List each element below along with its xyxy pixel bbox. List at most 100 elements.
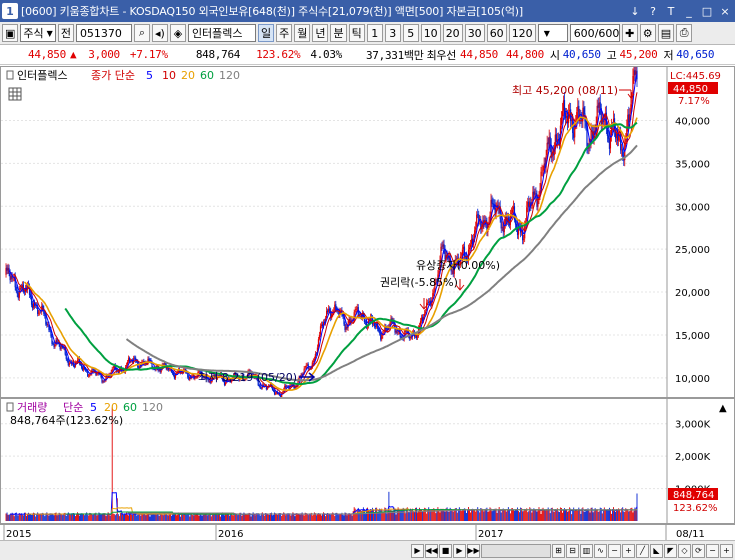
draw-line-icon[interactable]: ╱ <box>636 543 649 558</box>
volume-legend-toggle-icon[interactable] <box>6 402 14 412</box>
period-day[interactable]: 일 <box>257 24 275 42</box>
scroll-left-icon[interactable]: ◀◀ <box>425 543 438 558</box>
erase-icon[interactable]: ◇ <box>678 543 691 558</box>
prefix-button[interactable]: 전 <box>57 24 74 42</box>
scroll-start-icon[interactable]: ▶ <box>411 543 424 558</box>
print-icon[interactable]: ⎙ <box>676 24 693 42</box>
bar-count-input[interactable]: 600/600 <box>569 24 620 42</box>
interval-5[interactable]: 5 <box>402 24 419 42</box>
best-ask-label: 최우선 <box>426 48 457 62</box>
period-minute[interactable]: 분 <box>330 24 347 42</box>
price-tick-label: 10,000 <box>675 374 710 385</box>
chart-statusbar: ▶ ◀◀ ■ ▶ ▶▶ ⊞ ⊟ ▥ ∿ − + ╱ ◣ ◤ ◇ ⟳ − + <box>0 540 735 560</box>
crosshair-icon[interactable]: ✚ <box>621 24 638 42</box>
interval-10[interactable]: 10 <box>420 24 441 42</box>
volume-axis-up-icon[interactable]: ▲ <box>719 403 727 414</box>
chart-toolbar: ▣ 주식 ▼ 전 051370 ⌕ ◂) ◈ 인터플렉스 일 주 월 년 분 틱 … <box>0 22 735 45</box>
price-tick-label: 15,000 <box>675 331 710 342</box>
scroll-end-icon[interactable]: ▶▶ <box>467 543 480 558</box>
zoom-icon[interactable]: ⊞ <box>552 543 565 558</box>
indicator-icon[interactable]: ∿ <box>594 543 607 558</box>
legend-stock-name[interactable]: 인터플렉스 <box>17 69 68 82</box>
ma-120-line <box>125 144 638 382</box>
market-type-select[interactable]: 주식 ▼ <box>20 24 56 42</box>
legend-ma5[interactable]: 5 <box>146 69 153 82</box>
price-change-pct: +7.17% <box>129 48 168 61</box>
chart-scrollbar[interactable] <box>481 543 551 558</box>
volume-legend-ma20[interactable]: 20 <box>104 401 118 414</box>
interval-20[interactable]: 20 <box>442 24 463 42</box>
search-icon[interactable]: ⌕ <box>133 24 150 42</box>
interval-30[interactable]: 30 <box>464 24 485 42</box>
price-chart-pane[interactable]: 10,000 15,000 20,000 25,000 30,000 35,000 40,0… <box>0 61 735 399</box>
draw-tool-icon[interactable]: ◣ <box>650 543 663 558</box>
pin-icon[interactable]: ↓ <box>627 3 643 19</box>
ma-5-line <box>8 73 638 395</box>
interval-120[interactable]: 120 <box>508 24 536 42</box>
settings-icon[interactable]: ⚙ <box>639 24 656 42</box>
close-icon[interactable]: × <box>717 3 733 19</box>
price-chart-svg[interactable]: 10,000 15,000 20,000 25,000 30,000 35,000 40,0… <box>1 61 734 399</box>
legend-ma-type[interactable]: 종가 단순 <box>91 69 135 82</box>
legend-ma60[interactable]: 60 <box>200 69 214 82</box>
compress-icon[interactable]: ⊟ <box>566 543 579 558</box>
volume-legend-ma[interactable]: 단순 <box>63 401 83 414</box>
chart-type-icon[interactable]: ▥ <box>580 543 593 558</box>
legend-ma20[interactable]: 20 <box>181 69 195 82</box>
volume-legend-name[interactable]: 거래량 <box>17 401 47 414</box>
topmost-icon[interactable]: T <box>663 3 679 19</box>
legend-toggle-icon[interactable] <box>6 70 14 80</box>
save-icon[interactable]: ▤ <box>657 24 675 42</box>
interest-icon[interactable]: ◈ <box>169 24 186 42</box>
period-year[interactable]: 년 <box>312 24 329 42</box>
plus-icon[interactable]: + <box>720 543 733 558</box>
volume-value: 848,764 <box>195 48 241 61</box>
volume-legend-ma5[interactable]: 5 <box>90 401 97 414</box>
x-axis: 2015 2016 2017 08/11 <box>0 524 735 541</box>
volume-y-axis: 1,000K2,000K3,000K <box>675 420 711 496</box>
volume-legend-ma120[interactable]: 120 <box>142 401 163 414</box>
volume-chart-pane[interactable]: 1,000K2,000K3,000K 거래량 단순 5 20 60 120 84… <box>0 398 735 524</box>
x-tick-label: 2015 <box>6 529 31 540</box>
price-tick-label: 25,000 <box>675 245 710 256</box>
refresh-icon[interactable]: ⟳ <box>692 543 705 558</box>
zoom-in-icon[interactable]: + <box>622 543 635 558</box>
zoom-out-icon[interactable]: − <box>608 543 621 558</box>
x-axis-last-date: 08/11 <box>676 529 705 540</box>
help-icon[interactable]: ? <box>645 3 661 19</box>
layout-icon[interactable]: ▣ <box>2 24 19 42</box>
period-week[interactable]: 주 <box>276 24 293 42</box>
interval-custom-select[interactable]: ▼ <box>537 24 568 42</box>
maximize-icon[interactable]: □ <box>699 3 715 19</box>
draw-ray-icon[interactable]: ◤ <box>664 543 677 558</box>
high-label: 고 <box>606 48 617 62</box>
moving-averages <box>8 73 638 395</box>
volume-chart-svg[interactable]: 1,000K2,000K3,000K 거래량 단순 5 20 60 120 84… <box>1 399 734 523</box>
price-tick-label: 35,000 <box>675 159 710 170</box>
price-y-axis: 10,000 15,000 20,000 25,000 30,000 35,000 40,0… <box>675 116 710 384</box>
period-tick[interactable]: 틱 <box>348 24 365 42</box>
volume-last-pct: 123.62% <box>673 503 718 514</box>
interval-60[interactable]: 60 <box>486 24 507 42</box>
window-title: [0600] 키움종합차트 - KOSDAQ150 외국인보유[648(천)] … <box>21 5 523 18</box>
legend-ma10[interactable]: 10 <box>162 69 176 82</box>
x-axis-svg: 2015 2016 2017 08/11 <box>3 525 705 541</box>
period-month[interactable]: 월 <box>294 24 311 42</box>
interval-1[interactable]: 1 <box>366 24 383 42</box>
minimize-icon[interactable]: _ <box>681 3 697 19</box>
volume-legend-ma60[interactable]: 60 <box>123 401 137 414</box>
minus-icon[interactable]: − <box>706 543 719 558</box>
stock-code-input[interactable]: 051370 <box>75 24 132 42</box>
low-price: 40,650 <box>676 48 715 61</box>
scroll-right-icon[interactable]: ▶ <box>453 543 466 558</box>
price-info-bar: 44,850 ▲ 3,000 +7.17% 848,764 123.62% 4.… <box>0 45 735 65</box>
stop-icon[interactable]: ■ <box>439 543 452 558</box>
speaker-icon[interactable]: ◂) <box>151 24 168 42</box>
legend-ma120[interactable]: 120 <box>219 69 240 82</box>
interval-3[interactable]: 3 <box>384 24 401 42</box>
volume-grid <box>1 423 667 490</box>
grid-toggle-icon[interactable] <box>8 87 22 101</box>
rights-event-label: 권리락(-5.85%) <box>380 276 458 289</box>
volume-tick-label: 3,000K <box>675 420 711 431</box>
high-price: 45,200 <box>619 48 658 61</box>
